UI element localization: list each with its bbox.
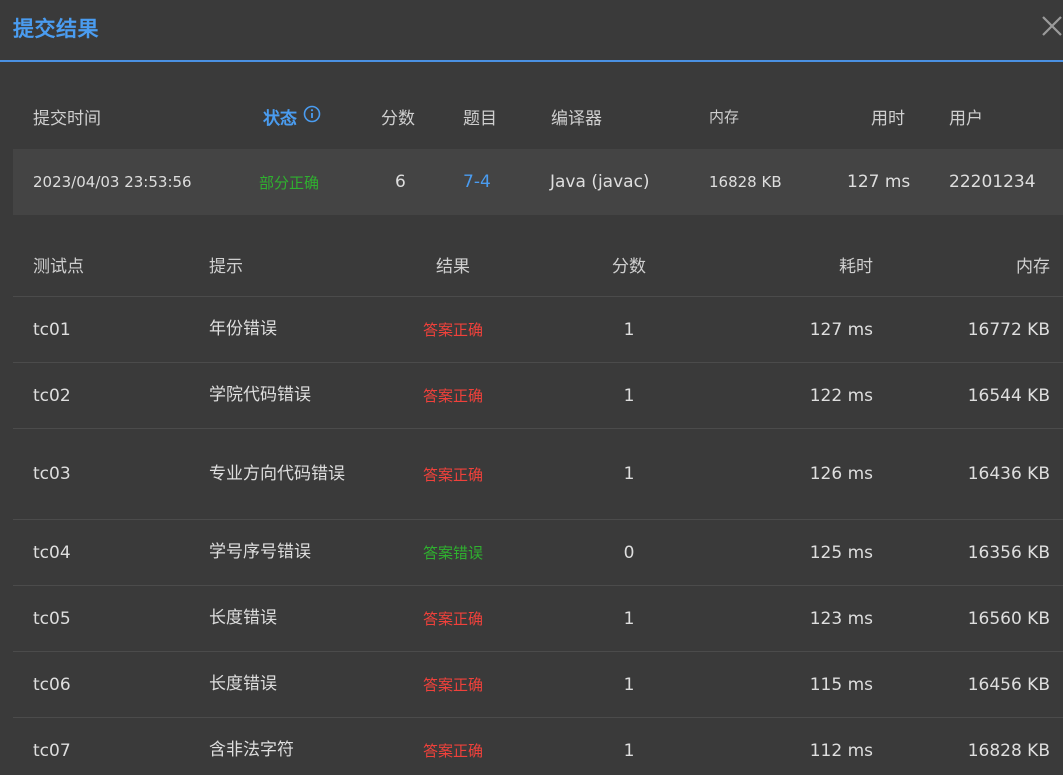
table-row: tc03 专业方向代码错误 答案正确 1 126 ms 16436 KB	[13, 429, 1063, 520]
tc-result: 答案正确	[422, 321, 483, 339]
user-value: 22201234	[949, 172, 1036, 192]
tc-time: 125 ms	[809, 542, 873, 563]
tc-time: 115 ms	[809, 674, 873, 695]
compiler-value: Java (javac)	[550, 172, 650, 192]
table-row: tc05 长度错误 答案正确 1 123 ms 16560 KB	[13, 586, 1063, 652]
tc-hint: 含非法字符	[209, 740, 294, 760]
tc-result: 答案正确	[422, 676, 483, 694]
tc-result: 答案正确	[422, 465, 483, 484]
header-submit-time: 提交时间	[33, 108, 101, 129]
header-compiler: 编译器	[551, 108, 602, 129]
tc-time: 127 ms	[809, 319, 873, 340]
problem-link[interactable]: 7-4	[463, 149, 491, 215]
tc-case: tc03	[33, 464, 71, 484]
duration-value: 127 ms	[847, 172, 911, 192]
close-icon[interactable]	[1039, 12, 1063, 40]
tc-hint: 学号序号错误	[209, 542, 311, 562]
tc-time: 122 ms	[809, 385, 873, 406]
tc-memory: 16828 KB	[967, 740, 1050, 761]
tc-score: 1	[623, 464, 635, 484]
table-row: tc04 学号序号错误 答案错误 0 125 ms 16356 KB	[13, 520, 1063, 586]
memory-value: 16828 KB	[709, 173, 782, 191]
testcase-table: tc01 年份错误 答案正确 1 127 ms 16772 KB tc02 学院…	[13, 297, 1063, 775]
submit-time: 2023/04/03 23:53:56	[33, 173, 192, 191]
table-row: tc01 年份错误 答案正确 1 127 ms 16772 KB	[13, 297, 1063, 363]
tc-score: 0	[623, 542, 635, 563]
tc-case: tc01	[33, 319, 71, 340]
tc-hint: 专业方向代码错误	[209, 463, 345, 484]
dialog-title: 提交结果	[13, 17, 99, 41]
dialog-header: 提交结果	[0, 0, 1063, 62]
tc-memory: 16544 KB	[967, 385, 1050, 406]
tc-case: tc02	[33, 385, 71, 406]
tc-case: tc04	[33, 542, 71, 563]
tc-hint: 年份错误	[209, 319, 277, 339]
table-row: tc07 含非法字符 答案正确 1 112 ms 16828 KB	[13, 718, 1063, 775]
tc-header-result: 结果	[436, 256, 470, 277]
tc-result: 答案错误	[422, 544, 483, 562]
tc-memory: 16356 KB	[967, 542, 1050, 563]
tc-case: tc07	[33, 740, 71, 761]
tc-memory: 16772 KB	[967, 319, 1050, 340]
table-row: tc02 学院代码错误 答案正确 1 122 ms 16544 KB	[13, 363, 1063, 429]
header-status-label: 状态	[263, 108, 297, 129]
info-icon[interactable]	[303, 105, 321, 128]
header-duration: 用时	[871, 108, 905, 129]
header-score: 分数	[381, 108, 415, 129]
total-score: 6	[395, 172, 406, 192]
tc-time: 112 ms	[809, 740, 873, 761]
tc-hint: 长度错误	[209, 608, 277, 628]
tc-result: 答案正确	[422, 742, 483, 760]
header-memory: 内存	[709, 107, 740, 126]
tc-hint: 长度错误	[209, 674, 277, 694]
tc-header-memory: 内存	[1016, 256, 1050, 277]
summary-row: 2023/04/03 23:53:56 部分正确 6 7-4 Java (jav…	[13, 149, 1063, 215]
tc-score: 1	[623, 385, 635, 406]
tc-hint: 学院代码错误	[209, 385, 311, 405]
tc-score: 1	[623, 319, 635, 340]
tc-header-case: 测试点	[33, 256, 84, 277]
submission-result-dialog: 提交结果 提交时间 状态 分数 题目 编译器 内存 用时 用户 2023/04/…	[0, 0, 1063, 775]
tc-case: tc06	[33, 674, 71, 695]
table-row: tc06 长度错误 答案正确 1 115 ms 16456 KB	[13, 652, 1063, 718]
header-problem: 题目	[463, 108, 497, 129]
testcase-header: 测试点 提示 结果 分数 耗时 内存	[13, 232, 1063, 297]
tc-score: 1	[623, 608, 635, 629]
tc-time: 123 ms	[809, 608, 873, 629]
tc-memory: 16560 KB	[967, 608, 1050, 629]
header-status[interactable]: 状态	[263, 90, 321, 142]
tc-case: tc05	[33, 608, 71, 629]
tc-header-time: 耗时	[839, 256, 873, 277]
tc-result: 答案正确	[422, 387, 483, 405]
summary-header: 提交时间 状态 分数 题目 编译器 内存 用时 用户	[13, 90, 1063, 142]
status-badge: 部分正确	[259, 173, 320, 192]
tc-header-score: 分数	[612, 256, 646, 277]
tc-time: 126 ms	[809, 464, 873, 484]
tc-score: 1	[623, 740, 635, 761]
tc-memory: 16456 KB	[967, 674, 1050, 695]
tc-score: 1	[623, 674, 635, 695]
tc-memory: 16436 KB	[967, 464, 1050, 484]
tc-header-hint: 提示	[209, 256, 243, 277]
tc-result: 答案正确	[422, 610, 483, 628]
header-user: 用户	[949, 108, 983, 129]
